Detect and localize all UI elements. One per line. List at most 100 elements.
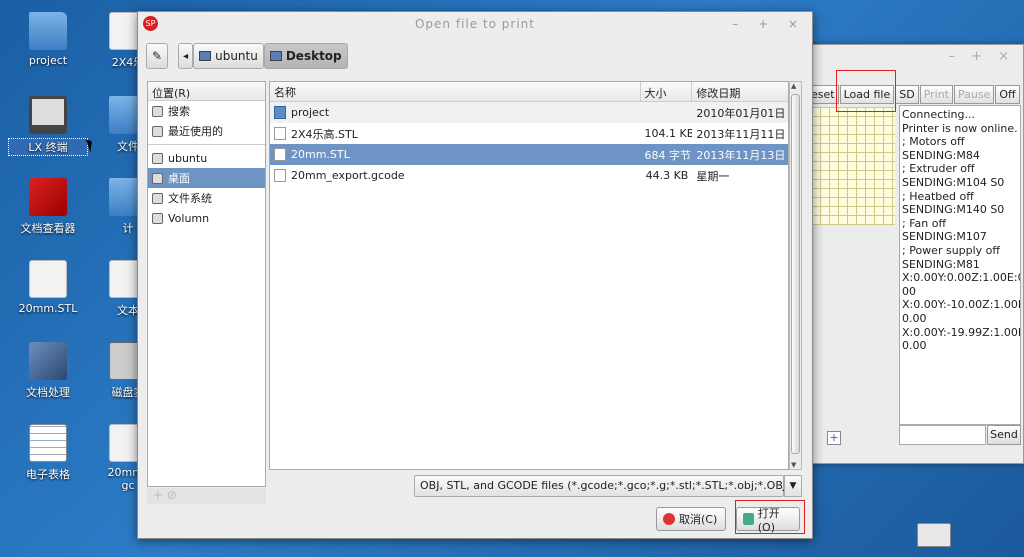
log-line: ; Heatbed off	[902, 189, 974, 203]
place-item[interactable]: 搜索	[148, 101, 265, 121]
file-date: 2010年01月01日	[696, 106, 786, 120]
file-name-cell: 20mm_export.gcode	[270, 169, 641, 182]
place-label: 最近使用的	[168, 125, 223, 138]
command-input[interactable]	[899, 425, 986, 445]
open-file-dialog: SP Open file to print – + × ✎ ◂ ubuntu D…	[137, 11, 813, 539]
pen-icon	[29, 342, 67, 380]
log-line: Connecting...	[902, 108, 975, 121]
desktop-icon-item[interactable]: project	[8, 12, 88, 67]
desktop-icon-item[interactable]: LX 终端	[8, 96, 88, 156]
cancel-icon	[663, 513, 675, 525]
log-line: X:0.00Y:-19.99Z:1.00E:	[902, 325, 1021, 339]
crumb-ubuntu[interactable]: ubuntu	[193, 43, 264, 69]
cancel-label: 取消(C)	[679, 513, 718, 526]
desktop-icon-item[interactable]: 电子表格	[8, 424, 88, 482]
desktop-icon-item[interactable]: 20mm.STL	[8, 260, 88, 315]
place-item[interactable]: 桌面	[148, 168, 265, 188]
dialog-title: Open file to print	[414, 17, 535, 31]
crumb-desktop[interactable]: Desktop	[263, 43, 348, 69]
pencil-icon: ✎	[152, 49, 163, 63]
desktop-icon-item[interactable]: 文档处理	[8, 342, 88, 400]
sheet-icon	[29, 424, 67, 462]
log-line: 00	[902, 284, 916, 298]
dialog-titlebar: SP Open file to print – + ×	[138, 12, 812, 36]
scroll-thumb[interactable]	[791, 94, 800, 454]
file-icon	[274, 127, 286, 140]
printer-button-off[interactable]: Off	[995, 85, 1020, 104]
desktop-icon	[269, 51, 282, 61]
monitor-icon	[29, 96, 67, 134]
home-icon	[152, 152, 163, 164]
place-item[interactable]: Volumn	[148, 208, 265, 228]
place-label: 桌面	[168, 172, 190, 185]
places-header[interactable]: 位置(R)	[148, 82, 265, 101]
file-date: 星期一	[696, 169, 730, 183]
file-row[interactable]: 2X4乐高.STL 104.1 KB 2013年11月11日	[270, 123, 788, 144]
place-item[interactable]: 文件系统	[148, 188, 265, 208]
file-name-cell: 2X4乐高.STL	[270, 126, 641, 142]
printer-button-print[interactable]: Print	[919, 85, 953, 104]
place-label: 文件系统	[168, 192, 212, 205]
send-button[interactable]: Send	[987, 425, 1021, 445]
scroll-up-icon[interactable]: ▲	[791, 82, 796, 90]
path-back-button[interactable]: ◂	[178, 43, 194, 69]
tray-icon[interactable]	[917, 523, 951, 547]
places-separator	[148, 144, 265, 145]
file-list-scrollbar[interactable]: ▲ ▼	[789, 81, 802, 470]
path-bar: ✎ ◂ ubuntu Desktop	[146, 43, 348, 69]
log-line: ; Extruder off	[902, 162, 975, 176]
desktop-icon-label: project	[28, 54, 68, 67]
drive-icon	[152, 212, 163, 224]
column-size[interactable]: 大小	[641, 82, 693, 101]
app-logo-icon: SP	[143, 16, 158, 31]
file-size: 684 字节	[644, 148, 692, 162]
file-name: 2X4乐高.STL	[291, 127, 358, 141]
log-line: SENDING:M104 S0	[902, 175, 1005, 189]
desktop-icon-item[interactable]: 文档查看器	[8, 178, 88, 236]
folder-icon	[29, 12, 67, 50]
folder-icon	[274, 106, 286, 119]
edit-location-button[interactable]: ✎	[146, 43, 169, 69]
file-name-cell: 20mm.STL	[270, 148, 641, 161]
log-line: SENDING:M84	[902, 148, 980, 162]
file-name-cell: project	[270, 106, 641, 119]
place-label: ubuntu	[168, 151, 208, 165]
log-line: Printer is now online.	[902, 121, 1018, 135]
place-item[interactable]: 最近使用的	[148, 121, 265, 141]
desktop-icon-label: 电子表格	[26, 468, 70, 481]
file-size: 44.3 KB	[645, 169, 689, 182]
printer-window-controls[interactable]: – + ×	[807, 45, 1023, 71]
file-row[interactable]: 20mm_export.gcode 44.3 KB 星期一	[270, 165, 788, 186]
cancel-button[interactable]: 取消(C)	[656, 507, 726, 531]
file-size: 104.1 KB	[644, 127, 693, 140]
file-type-filter[interactable]: OBJ, STL, and GCODE files (*.gcode;*.gco…	[414, 475, 790, 497]
file-name: 20mm.STL	[291, 148, 350, 161]
printer-button-pause[interactable]: Pause	[954, 85, 995, 104]
column-date[interactable]: 修改日期	[692, 82, 788, 101]
file-row[interactable]: 20mm.STL 684 字节 2013年11月13日	[270, 144, 788, 165]
file-list-header: 名称 大小 修改日期	[270, 82, 788, 102]
desktop-icon-label: 文档处理	[26, 386, 70, 399]
places-panel: 位置(R) 搜索最近使用的 ubuntu 桌面文件系统 Volumn	[147, 81, 266, 487]
chevron-down-icon[interactable]: ▼	[784, 475, 802, 497]
scroll-down-icon[interactable]: ▼	[791, 461, 796, 469]
file-row[interactable]: project 2010年01月01日	[270, 102, 788, 123]
places-add-remove[interactable]: + ⊘	[147, 488, 266, 504]
window-controls[interactable]: – + ×	[732, 12, 806, 36]
log-line: ; Power supply off	[902, 243, 1000, 257]
log-line: X:0.00Y:-10.00Z:1.00E:	[902, 298, 1021, 312]
log-line: 0.00	[902, 311, 927, 325]
file-date: 2013年11月11日	[696, 127, 786, 141]
place-item[interactable]: ubuntu	[148, 148, 265, 168]
recent-icon	[152, 125, 163, 137]
printer-button-sd[interactable]: SD	[895, 85, 919, 104]
column-name[interactable]: 名称	[270, 82, 641, 101]
desktop-icon-label: 20mm.STL	[18, 302, 78, 315]
add-button[interactable]: +	[827, 431, 841, 445]
file-icon	[274, 169, 286, 182]
place-label: Volumn	[168, 211, 210, 225]
desktop-icon-label: 文档查看器	[20, 222, 76, 235]
log-line: SENDING:M140 S0	[902, 203, 1005, 217]
build-plate-grid[interactable]	[811, 107, 895, 225]
file-icon	[29, 260, 67, 298]
